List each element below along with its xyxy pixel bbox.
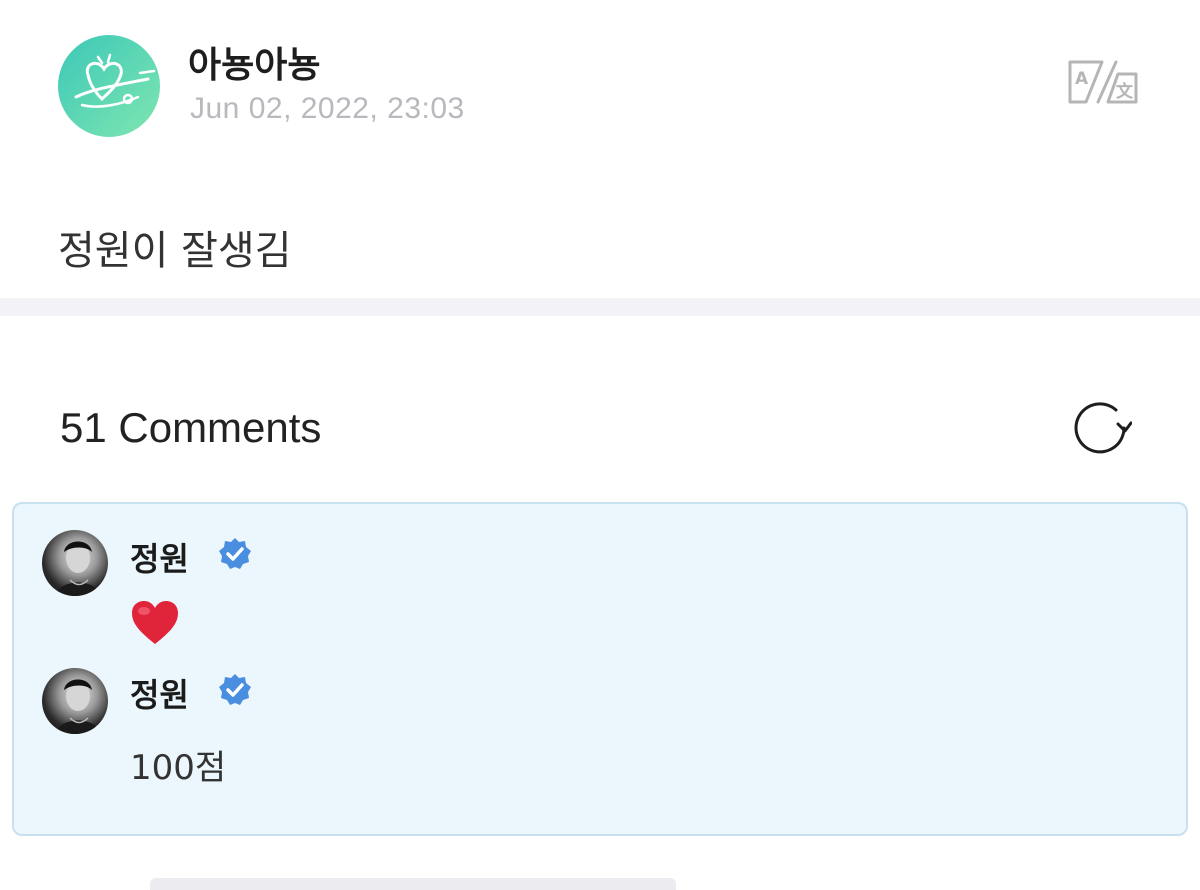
author-avatar[interactable] — [58, 35, 160, 137]
post-header: 아뇽아뇽 Jun 02, 2022, 23:03 A 文 — [0, 0, 1200, 160]
comment-text: 100점 — [130, 748, 227, 788]
heart-doodle-icon — [74, 53, 156, 108]
translate-button[interactable]: A 文 — [1062, 56, 1140, 108]
highlighted-comments-box: 정원 정원 100점 — [12, 502, 1188, 836]
comment-author-avatar[interactable] — [42, 530, 108, 596]
bottom-input-edge[interactable] — [150, 878, 676, 890]
post-date: Jun 02, 2022, 23:03 — [190, 92, 465, 125]
comment-author-name[interactable]: 정원 — [130, 670, 189, 716]
comment-author-avatar[interactable] — [42, 668, 108, 734]
post-body-text: 정원이 잘생김 — [58, 228, 292, 274]
heart-emoji-icon — [132, 601, 178, 644]
comments-count-title: 51 Comments — [60, 404, 322, 451]
portrait-photo — [56, 541, 100, 596]
refresh-button[interactable] — [1072, 400, 1133, 456]
translate-icon: A 文 — [1068, 60, 1138, 104]
svg-text:A: A — [1075, 69, 1089, 89]
refresh-icon — [1074, 402, 1133, 454]
verified-badge-icon — [219, 674, 251, 705]
svg-text:文: 文 — [1116, 81, 1134, 102]
post-author-name[interactable]: 아뇽아뇽 — [188, 36, 320, 88]
section-divider — [0, 298, 1200, 316]
portrait-photo — [56, 679, 100, 734]
comment-author-name[interactable]: 정원 — [130, 534, 189, 580]
verified-badge-icon — [219, 538, 251, 569]
